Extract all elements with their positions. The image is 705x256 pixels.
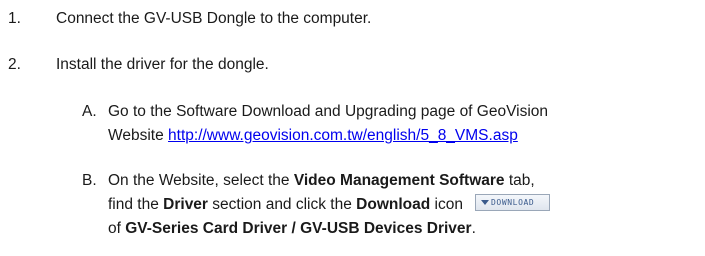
vms-tab-name: Video Management Software bbox=[293, 172, 505, 189]
driver-section-name: Driver bbox=[163, 196, 208, 213]
download-button[interactable]: DOWNLOAD bbox=[474, 194, 550, 212]
geovision-download-link[interactable]: http://www.geovision.com.tw/english/5_8_… bbox=[168, 127, 518, 144]
download-button-label: DOWNLOAD bbox=[490, 198, 535, 208]
step-number: 2. bbox=[8, 56, 21, 73]
step-number: 1. bbox=[8, 10, 21, 27]
down-arrow-icon bbox=[480, 200, 489, 206]
step-text: Install the driver for the dongle. bbox=[56, 56, 269, 73]
substep-letter: A. bbox=[82, 103, 97, 120]
substep-letter: B. bbox=[82, 172, 97, 189]
substep-a-line-1: Go to the Software Download and Upgradin… bbox=[108, 103, 549, 120]
website-label: Website bbox=[108, 127, 169, 144]
substep-b-line-1: On the Website, select the Video Managem… bbox=[108, 172, 535, 189]
step-text: Connect the GV-USB Dongle to the compute… bbox=[56, 10, 372, 27]
driver-name: GV-Series Card Driver / GV-USB Devices D… bbox=[125, 220, 472, 237]
download-word: Download bbox=[356, 196, 431, 213]
